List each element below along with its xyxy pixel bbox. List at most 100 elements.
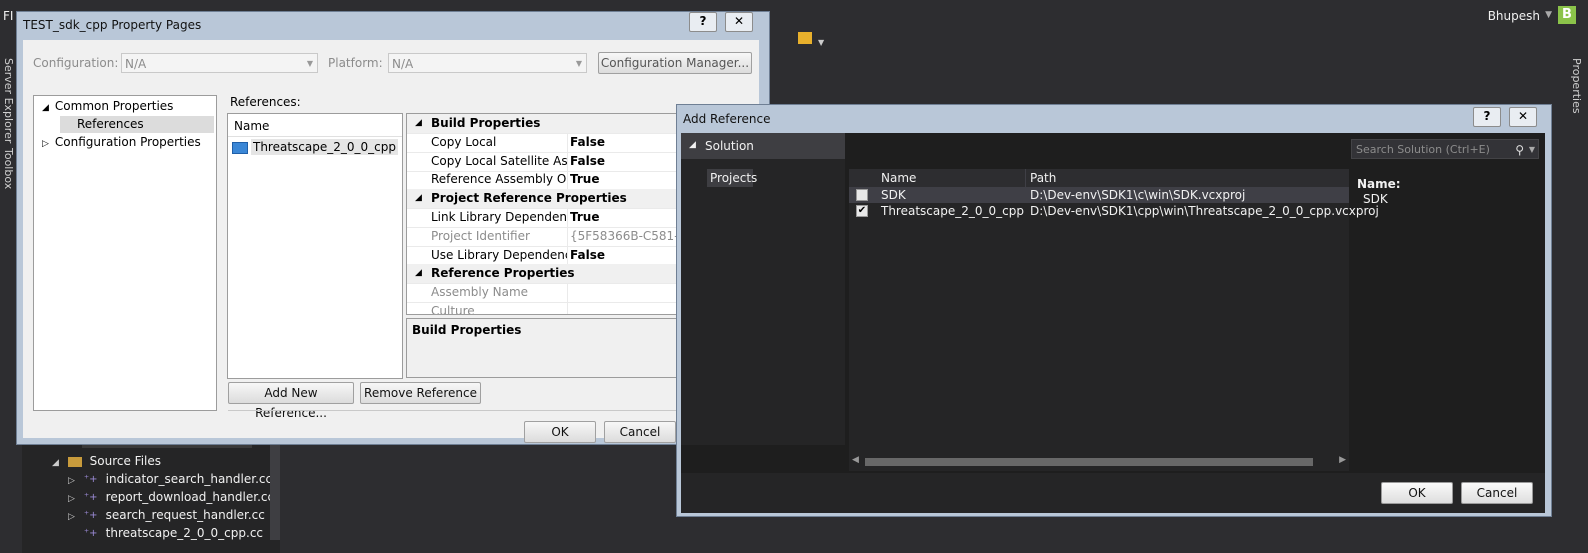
dialog-footer: OK Cancel <box>681 473 1545 513</box>
platform-label: Platform: <box>328 56 383 70</box>
grid-property-value: False <box>570 153 605 168</box>
description-title: Build Properties <box>412 323 522 337</box>
grid-property-name: Reference Properties <box>431 266 575 281</box>
tree-item-configuration-properties[interactable]: ▷ Configuration Properties <box>42 135 201 149</box>
horizontal-scrollbar[interactable]: ◀ ▶ <box>849 455 1349 469</box>
scroll-right-icon[interactable]: ▶ <box>1339 455 1346 465</box>
grid-column-divider <box>567 245 568 265</box>
row-name: SDK <box>881 188 906 202</box>
toolbar-chevron-down-icon[interactable]: ▼ <box>818 38 824 47</box>
row-path: D:\Dev-env\SDK1\cpp\win\Threatscape_2_0_… <box>1030 204 1379 218</box>
grid-property-value: True <box>570 210 600 224</box>
remove-reference-button[interactable]: Remove Reference <box>360 382 481 404</box>
expanded-triangle-icon: ◢ <box>42 103 49 113</box>
user-name[interactable]: Bhupesh <box>1488 9 1540 23</box>
tree-item-label: Configuration Properties <box>54 135 201 149</box>
table-row[interactable]: SDK D:\Dev-env\SDK1\c\win\SDK.vcxproj <box>849 187 1349 203</box>
row-path: D:\Dev-env\SDK1\c\win\SDK.vcxproj <box>1030 188 1246 202</box>
ok-button[interactable]: OK <box>524 421 596 443</box>
ok-button[interactable]: OK <box>1381 482 1453 504</box>
expanded-triangle-icon: ◢ <box>689 140 696 150</box>
reference-category-pane: ◢ Solution Projects <box>681 133 845 445</box>
cancel-button[interactable]: Cancel <box>604 421 676 443</box>
tree-item-common-properties[interactable]: ◢ Common Properties <box>42 99 173 113</box>
properties-tab[interactable]: Properties <box>1570 58 1583 114</box>
grid-property-row[interactable]: Project Identifier {5F58366B-C581-412 <box>407 226 687 247</box>
cpp-file-icon: ⁺+ <box>83 473 98 485</box>
cancel-button[interactable]: Cancel <box>1461 482 1533 504</box>
toolbox-tab[interactable]: Toolbox <box>2 148 15 189</box>
row-checkbox[interactable]: ✔ <box>856 205 868 217</box>
grid-property-row[interactable]: Copy Local False <box>407 132 687 153</box>
expanded-triangle-icon[interactable]: ◢ <box>415 114 422 133</box>
close-button[interactable]: ✕ <box>1509 107 1537 127</box>
column-name-header[interactable]: Name <box>881 171 916 185</box>
search-options-chevron-icon[interactable]: ▼ <box>1529 140 1535 160</box>
property-pages-dialog: TEST_sdk_cpp Property Pages ? ✕ Configur… <box>16 11 770 445</box>
grid-category-row[interactable]: ◢ Project Reference Properties <box>407 189 687 210</box>
grid-property-name: Culture <box>431 304 475 315</box>
tree-item-file[interactable]: ▷ ⁺+ report_download_handler.cc <box>68 490 274 508</box>
tree-item-file[interactable]: ▷ ⁺+ indicator_search_handler.cc <box>68 472 272 490</box>
grid-column-divider <box>567 132 568 152</box>
grid-property-name: Copy Local <box>431 134 497 149</box>
dialog-body: Configuration: N/A ▼ Platform: N/A ▼ Con… <box>23 40 759 443</box>
grid-property-row[interactable]: Assembly Name <box>407 283 687 304</box>
user-menu-chevron-icon[interactable]: ▼ <box>1545 10 1552 20</box>
platform-value: N/A <box>392 57 414 71</box>
search-input[interactable]: Search Solution (Ctrl+E) ⚲ ▼ <box>1351 139 1539 159</box>
configuration-manager-button[interactable]: Configuration Manager... <box>598 52 752 74</box>
grid-property-row[interactable]: Copy Local Satellite AssembliesFalse <box>407 151 687 172</box>
column-divider[interactable] <box>1025 169 1026 187</box>
category-solution-label: Solution <box>705 139 754 153</box>
grid-property-name: Link Library Dependencies <box>431 210 567 224</box>
configuration-select[interactable]: N/A ▼ <box>121 53 318 73</box>
solution-explorer-scrollbar[interactable] <box>270 440 280 540</box>
user-avatar[interactable]: B <box>1558 6 1576 24</box>
add-new-reference-button[interactable]: Add New Reference... <box>228 382 354 420</box>
server-explorer-tab[interactable]: Server Explorer <box>2 58 15 143</box>
search-placeholder: Search Solution (Ctrl+E) <box>1356 143 1490 156</box>
platform-select[interactable]: N/A ▼ <box>388 53 587 73</box>
expanded-triangle-icon[interactable]: ◢ <box>415 264 422 283</box>
tree-item-file[interactable]: ⁺+ threatscape_2_0_0_cpp.cc <box>68 526 263 544</box>
grid-property-value: False <box>570 247 605 262</box>
chevron-down-icon: ▼ <box>306 59 313 68</box>
tree-item-source-files[interactable]: ◢ Source Files <box>52 454 161 472</box>
grid-category-row[interactable]: ◢ Build Properties <box>407 114 687 134</box>
grid-property-row[interactable]: Reference Assembly OutputTrue <box>407 170 687 191</box>
divider <box>228 410 688 411</box>
chevron-down-icon: ▼ <box>575 59 582 68</box>
grid-property-row[interactable]: Use Library Dependency InputsFalse <box>407 245 687 266</box>
category-solution[interactable]: ◢ Solution <box>681 133 845 159</box>
column-path-header[interactable]: Path <box>1030 171 1056 185</box>
folder-toolbar-icon[interactable] <box>798 32 812 44</box>
category-projects[interactable]: Projects <box>707 169 757 187</box>
grid-category-row[interactable]: ◢ Reference Properties <box>407 264 687 285</box>
search-icon[interactable]: ⚲ <box>1515 140 1524 160</box>
help-button[interactable]: ? <box>1473 107 1501 127</box>
expanded-triangle-icon[interactable]: ◢ <box>415 189 422 208</box>
scroll-left-icon[interactable]: ◀ <box>852 455 859 465</box>
list-item[interactable]: Threatscape_2_0_0_cpp <box>232 139 398 157</box>
help-button[interactable]: ? <box>689 12 717 32</box>
column-name-header: Name <box>234 119 270 133</box>
table-row[interactable]: ✔ Threatscape_2_0_0_cpp D:\Dev-env\SDK1\… <box>849 203 1379 219</box>
references-label: References: <box>230 95 301 109</box>
grid-property-row[interactable]: Culture <box>407 302 687 315</box>
grid-property-value: True <box>570 172 600 187</box>
expanded-triangle-icon: ◢ <box>52 458 59 468</box>
grid-property-row[interactable]: Link Library DependenciesTrue <box>407 208 687 228</box>
reference-table: Name Path SDK D:\Dev-env\SDK1\c\win\SDK.… <box>849 169 1379 471</box>
close-button[interactable]: ✕ <box>725 12 753 32</box>
scrollbar-thumb[interactable] <box>865 458 1313 466</box>
grid-property-name: Build Properties <box>431 116 541 130</box>
file-menu-stub[interactable]: FI <box>3 9 13 23</box>
references-list: Name Threatscape_2_0_0_cpp <box>227 113 403 379</box>
dialog-title: TEST_sdk_cpp Property Pages <box>23 18 202 32</box>
row-checkbox[interactable] <box>856 189 868 201</box>
list-header[interactable]: Name <box>228 114 402 137</box>
tree-item-references[interactable]: References <box>60 116 214 133</box>
tree-item-file[interactable]: ▷ ⁺+ search_request_handler.cc <box>68 508 265 526</box>
tree-item-label: indicator_search_handler.cc <box>105 472 273 486</box>
